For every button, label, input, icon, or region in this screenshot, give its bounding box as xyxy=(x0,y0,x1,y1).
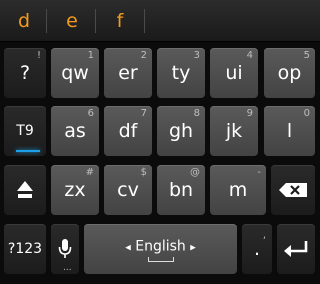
backspace-icon xyxy=(279,183,307,197)
key-op[interactable]: 5 op xyxy=(264,48,315,98)
key-hint: ... xyxy=(63,263,72,273)
key-df[interactable]: 7 df xyxy=(104,106,152,156)
key-label: T9 xyxy=(16,123,34,139)
key-backspace[interactable] xyxy=(271,165,315,215)
key-hint: @ xyxy=(190,167,200,178)
language-label: English xyxy=(135,238,186,254)
suggestion-2[interactable]: e xyxy=(52,0,92,42)
key-label: bn xyxy=(168,179,194,201)
key-er[interactable]: 2 er xyxy=(104,48,152,98)
key-zx[interactable]: # zx xyxy=(51,165,99,215)
key-hint: ! xyxy=(36,50,41,61)
key-bn[interactable]: @ bn xyxy=(157,165,205,215)
key-symbols[interactable]: ?123 xyxy=(4,224,46,274)
key-ui[interactable]: 4 ui xyxy=(210,48,258,98)
key-label: . xyxy=(253,238,261,260)
key-hint: 6 xyxy=(87,108,94,119)
key-hint: # xyxy=(85,167,94,178)
key-m[interactable]: - m xyxy=(210,165,266,215)
microphone-icon xyxy=(58,239,72,258)
key-label: op xyxy=(277,62,302,84)
suggestion-strip: d e f xyxy=(0,0,320,42)
language-prev-arrow: ◂ xyxy=(125,240,131,253)
key-label: m xyxy=(228,179,248,201)
key-label: ui xyxy=(225,62,243,84)
keyboard: ! ? 1 qw 2 er 3 ty 4 ui 5 op T9 6 as 7 d… xyxy=(0,42,320,284)
key-label: jk xyxy=(225,120,243,142)
key-voice[interactable]: ... xyxy=(51,224,79,274)
shift-icon xyxy=(17,181,33,198)
key-label: zx xyxy=(64,179,86,201)
key-hint: 5 xyxy=(303,50,310,61)
key-qw[interactable]: 1 qw xyxy=(51,48,99,98)
key-l[interactable]: 0 l xyxy=(264,106,315,156)
key-t9-toggle[interactable]: T9 xyxy=(4,106,46,156)
key-label: ty xyxy=(171,62,191,84)
key-label: gh xyxy=(168,120,194,142)
key-hint: 8 xyxy=(193,108,200,119)
key-label: as xyxy=(64,120,86,142)
key-hint: 1 xyxy=(87,50,94,61)
t9-active-indicator xyxy=(16,150,40,152)
suggestion-3[interactable]: f xyxy=(100,0,140,42)
key-hint: $ xyxy=(140,167,147,178)
key-ty[interactable]: 3 ty xyxy=(157,48,205,98)
key-label: ?123 xyxy=(7,241,43,257)
key-hint: 3 xyxy=(193,50,200,61)
key-hint: 9 xyxy=(246,108,253,119)
key-hint: 0 xyxy=(303,108,310,119)
key-hint: 2 xyxy=(140,50,147,61)
language-next-arrow: ▸ xyxy=(190,240,196,253)
key-hint: - xyxy=(257,167,261,178)
key-cv[interactable]: $ cv xyxy=(104,165,152,215)
key-label: df xyxy=(118,120,138,142)
key-label: er xyxy=(118,62,138,84)
key-label: l xyxy=(286,120,293,142)
key-gh[interactable]: 8 gh xyxy=(157,106,205,156)
suggestion-divider xyxy=(46,9,47,33)
key-period[interactable]: , . xyxy=(242,224,272,274)
suggestion-divider xyxy=(144,9,145,33)
key-enter[interactable] xyxy=(277,224,315,274)
key-jk[interactable]: 9 jk xyxy=(210,106,258,156)
enter-icon xyxy=(284,241,308,257)
suggestion-1[interactable]: d xyxy=(4,0,44,42)
key-space[interactable]: ◂ English ▸ xyxy=(84,224,237,274)
key-shift[interactable] xyxy=(4,165,46,215)
space-icon xyxy=(147,257,174,262)
key-label: ? xyxy=(19,62,31,84)
key-label: qw xyxy=(61,62,89,84)
suggestion-divider xyxy=(95,9,96,33)
space-label-row: ◂ English ▸ xyxy=(84,235,237,258)
key-label: cv xyxy=(117,179,139,201)
key-question[interactable]: ! ? xyxy=(4,48,46,98)
key-hint: 7 xyxy=(140,108,147,119)
key-as[interactable]: 6 as xyxy=(51,106,99,156)
key-hint: 4 xyxy=(246,50,253,61)
